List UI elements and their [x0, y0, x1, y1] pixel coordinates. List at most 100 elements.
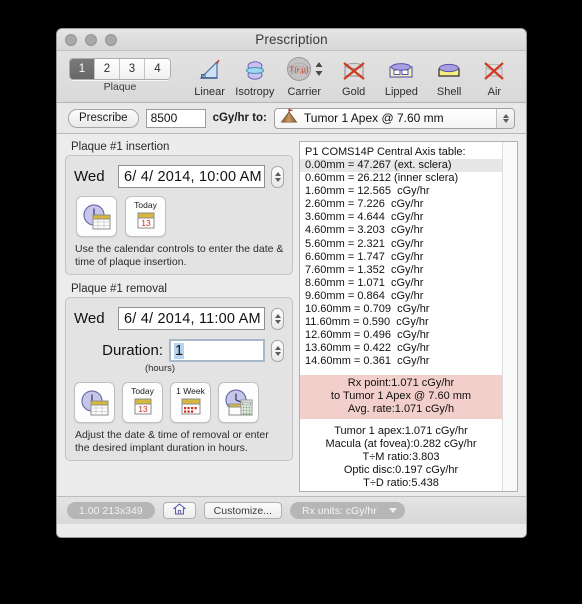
table-row: 2.60mm = 7.226 cGy/hr: [305, 198, 424, 211]
insertion-today-button[interactable]: Today 13: [125, 196, 166, 237]
results-panel: P1 COMS14P Central Axis table: 0.00mm = …: [299, 141, 518, 492]
removal-button-row: Today 13 1 Week: [66, 374, 292, 429]
removal-date-row: Wed 6/ 4/ 2014, 11:00 AM: [66, 298, 292, 330]
table-row: 13.60mm = 0.422 cGy/hr: [305, 342, 430, 355]
left-column: Plaque #1 insertion Wed 6/ 4/ 2014, 10:0…: [65, 141, 293, 492]
table-row: 0.00mm = 47.267 (ext. sclera): [300, 159, 502, 173]
removal-clock-calendar-button[interactable]: [74, 382, 115, 423]
toolbar-button-linear[interactable]: Linear: [188, 55, 231, 98]
window-body: Plaque #1 insertion Wed 6/ 4/ 2014, 10:0…: [57, 134, 526, 496]
removal-group-title: Plaque #1 removal: [71, 283, 167, 295]
removal-datetime-input[interactable]: 6/ 4/ 2014, 11:00 AM: [118, 307, 265, 330]
svg-text:13: 13: [141, 218, 151, 228]
table-row: 1.60mm = 12.565 cGy/hr: [305, 185, 430, 198]
table-row: 0.60mm = 26.212 (inner sclera): [305, 172, 459, 185]
duration-stepper[interactable]: [271, 339, 284, 362]
insertion-datetime-input[interactable]: 6/ 4/ 2014, 10:00 AM: [118, 165, 265, 188]
chevron-down-icon: [388, 508, 397, 513]
prescribe-button[interactable]: Prescribe: [68, 108, 139, 128]
insertion-group-title: Plaque #1 insertion: [71, 141, 170, 153]
table-row: 7.60mm = 1.352 cGy/hr: [305, 263, 424, 276]
toolbar-button-air[interactable]: Air: [473, 55, 516, 98]
plaque-segmented-control[interactable]: 1 2 3 4: [69, 58, 171, 80]
table-row: 12.60mm = 0.496 cGy/hr: [305, 329, 430, 342]
removal-group-box: Wed 6/ 4/ 2014, 11:00 AM Duration: 1 (ho…: [65, 297, 293, 461]
main-toolbar: 1 2 3 4 Plaque Linear Isotropy T(r,µ) Ca…: [57, 51, 526, 103]
lipped-icon: [386, 57, 416, 85]
carrier-icon: T(r,µ): [285, 56, 313, 87]
table-row: 5.60mm = 2.321 cGy/hr: [305, 237, 424, 250]
stepper-down-icon: [274, 351, 281, 356]
insertion-group-box: Wed 6/ 4/ 2014, 10:00 AM Today 13 Use th…: [65, 155, 293, 275]
insertion-date-row: Wed 6/ 4/ 2014, 10:00 AM: [66, 156, 292, 188]
stepper-up-icon: [274, 313, 281, 318]
linear-icon: [197, 57, 223, 85]
stepper-down-icon: [274, 177, 281, 182]
toolbar-label-isotropy: Isotropy: [235, 86, 275, 98]
stat-tumor-apex: Tumor 1 apex:1.071 cGy/hr: [334, 424, 468, 437]
target-popup-button[interactable]: Tumor 1 Apex @ 7.60 mm: [273, 107, 515, 129]
plaque-segment-3[interactable]: 3: [120, 59, 145, 79]
carrier-stepper[interactable]: [315, 61, 323, 82]
removal-help-text: Adjust the date & time of removal or ent…: [75, 429, 269, 454]
table-row: 6.60mm = 1.747 cGy/hr: [305, 250, 424, 263]
insertion-button-row: Today 13: [66, 188, 292, 243]
chevron-down-icon: [502, 118, 509, 123]
tumor-mound-icon: [279, 108, 299, 129]
duration-label: Duration:: [102, 342, 163, 359]
duration-value: 1: [174, 342, 185, 359]
stepper-down-icon: [274, 319, 281, 324]
plaque-segmented-group: 1 2 3 4 Plaque: [69, 55, 171, 93]
toolbar-label-shell: Shell: [436, 86, 462, 98]
duration-input[interactable]: 1: [169, 339, 265, 362]
toolbar-button-carrier[interactable]: T(r,µ) Carrier: [278, 55, 330, 98]
plaque-segment-1[interactable]: 1: [70, 59, 95, 79]
window-title: Prescription: [255, 32, 328, 47]
plaque-segment-4[interactable]: 4: [145, 59, 170, 79]
removal-one-week-button[interactable]: 1 Week: [170, 382, 211, 423]
svg-text:13: 13: [138, 404, 148, 414]
stats-block: Tumor 1 apex:1.071 cGy/hr Macula (at fov…: [300, 424, 502, 492]
isotropy-icon: [242, 57, 268, 85]
stat-tm-ratio: T÷M ratio:3.803: [362, 450, 440, 463]
target-popup-label: Tumor 1 Apex @ 7.60 mm: [303, 111, 444, 125]
zoom-dimensions-badge: 1.00 213x349: [67, 502, 155, 519]
home-icon: [172, 503, 187, 518]
prescribe-row: Prescribe 8500 cGy/hr to: Tumor 1 Apex @…: [57, 103, 526, 134]
toolbar-button-gold[interactable]: Gold: [332, 55, 375, 98]
insertion-clock-calendar-button[interactable]: [76, 196, 117, 237]
toolbar-label-lipped: Lipped: [384, 86, 418, 98]
insertion-datetime-stepper[interactable]: [271, 165, 284, 188]
right-column: P1 COMS14P Central Axis table: 0.00mm = …: [299, 141, 518, 492]
rx-avg-rate-line: Avg. rate:1.071 cGy/h: [347, 402, 455, 415]
rx-units-popup[interactable]: Rx units: cGy/hr: [290, 502, 405, 519]
table-row: 3.60mm = 4.644 cGy/hr: [305, 211, 424, 224]
customize-button[interactable]: Customize...: [203, 502, 283, 519]
toolbar-button-lipped[interactable]: Lipped: [377, 55, 425, 98]
dose-input[interactable]: 8500: [145, 108, 206, 128]
table-row: 10.60mm = 0.709 cGy/hr: [305, 303, 430, 316]
one-week-button-caption: 1 Week: [176, 386, 205, 396]
table-row: 4.60mm = 3.203 cGy/hr: [305, 224, 424, 237]
home-button[interactable]: [162, 502, 196, 519]
duration-row: Duration: 1: [66, 330, 292, 362]
plaque-caption: Plaque: [103, 81, 137, 93]
table-row: 8.60mm = 1.071 cGy/hr: [305, 276, 424, 289]
stat-time: Time:1.00 hours: [300, 491, 502, 492]
stepper-up-icon: [274, 171, 281, 176]
air-icon: [481, 57, 507, 85]
plaque-segment-2[interactable]: 2: [95, 59, 120, 79]
today-button-caption: Today: [134, 200, 157, 210]
today-button-caption: Today: [131, 386, 154, 396]
results-scrollbar[interactable]: [502, 142, 517, 491]
prescription-window: Prescription 1 2 3 4 Plaque Linear Isotr…: [56, 28, 527, 538]
status-bar: 1.00 213x349 Customize... Rx units: cGy/…: [57, 496, 526, 524]
table-row: 9.60mm = 0.864 cGy/hr: [305, 289, 424, 302]
toolbar-button-isotropy[interactable]: Isotropy: [233, 55, 276, 98]
removal-datetime-stepper[interactable]: [271, 307, 284, 330]
toolbar-button-shell[interactable]: Shell: [428, 55, 471, 98]
removal-calculator-calendar-button[interactable]: [218, 382, 259, 423]
target-popup-arrows[interactable]: [496, 108, 514, 128]
removal-today-button[interactable]: Today 13: [122, 382, 163, 423]
rx-point-block: Rx point:1.071 cGy/hr to Tumor 1 Apex @ …: [300, 374, 502, 419]
